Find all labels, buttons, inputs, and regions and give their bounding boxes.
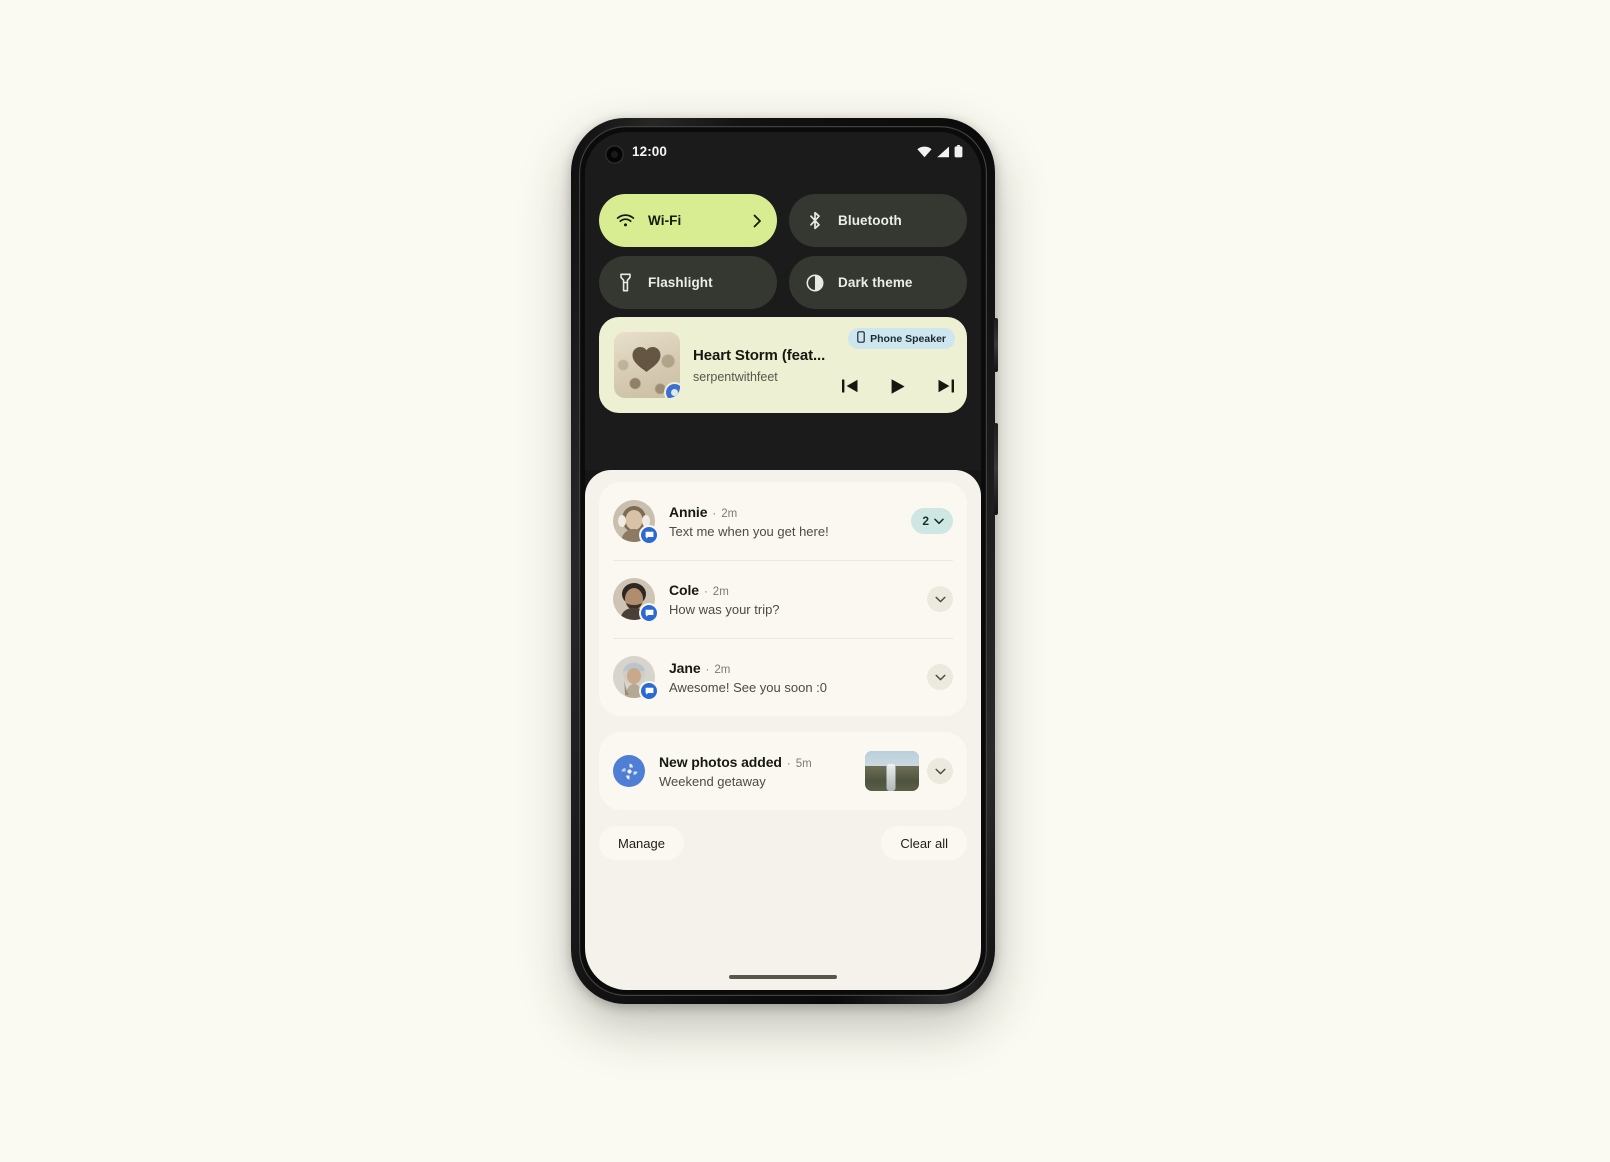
chevron-down-icon [934, 512, 944, 530]
phone-screen: 12:00 Wi-Fi Bluetooth Flashlight Dark th… [585, 132, 981, 990]
thumbnail-waterfall [886, 763, 896, 791]
notification-header: New photos added · 5m [659, 754, 857, 770]
avatar [613, 656, 657, 699]
media-controls [839, 375, 957, 397]
front-camera-punch-hole [605, 145, 624, 164]
media-track-title: Heart Storm (feat... [693, 347, 826, 364]
messages-icon [641, 605, 657, 621]
notification-separator: · [703, 585, 708, 598]
avatar [613, 500, 657, 543]
media-player-card[interactable]: Heart Storm (feat... serpentwithfeet Pho… [599, 317, 967, 413]
google-photos-icon [613, 755, 645, 787]
notification-header: Jane · 2m [669, 660, 919, 676]
media-app-badge-icon [666, 384, 680, 398]
notification-time: 2m [712, 585, 729, 598]
status-bar-clock: 12:00 [632, 144, 668, 159]
shade-action-bar: Manage Clear all [599, 826, 967, 860]
qs-tile-label: Flashlight [648, 275, 713, 290]
notification-time: 2m [721, 507, 738, 520]
flashlight-icon [615, 273, 635, 293]
play-icon[interactable] [887, 375, 909, 397]
notification-message: How was your trip? [669, 601, 780, 617]
media-output-chip[interactable]: Phone Speaker [848, 328, 955, 349]
notification-row-annie[interactable]: Annie · 2m Text me when you get here! 2 [599, 482, 967, 560]
wifi-icon [615, 211, 635, 231]
qs-tile-wifi[interactable]: Wi-Fi [599, 194, 777, 247]
qs-tile-label: Bluetooth [838, 213, 902, 228]
messages-icon [641, 527, 657, 543]
notification-separator: · [786, 757, 791, 770]
notification-message: Awesome! See you soon :0 [669, 679, 828, 695]
notification-row-photos[interactable]: New photos added · 5m Weekend getaway [599, 732, 967, 810]
notification-photo-thumbnail[interactable] [865, 751, 919, 791]
notification-content: Jane · 2m Awesome! See you soon :0 [669, 660, 919, 695]
avatar [613, 578, 657, 621]
clear-all-button[interactable]: Clear all [881, 826, 967, 860]
notification-sender: Jane [669, 659, 701, 676]
home-gesture-pill[interactable] [729, 975, 837, 979]
notification-subtitle: Weekend getaway [659, 773, 766, 789]
messages-icon [641, 683, 657, 699]
quick-settings-area: 12:00 Wi-Fi Bluetooth Flashlight Dark th… [585, 132, 981, 470]
notification-header: Cole · 2m [669, 582, 919, 598]
qs-tile-bluetooth[interactable]: Bluetooth [789, 194, 967, 247]
qs-tile-dark-theme[interactable]: Dark theme [789, 256, 967, 309]
bluetooth-icon [805, 211, 825, 231]
manage-button[interactable]: Manage [599, 826, 684, 860]
chevron-down-icon [934, 762, 946, 780]
chevron-down-icon [934, 668, 946, 686]
notification-time: 5m [795, 757, 812, 770]
media-track-artist: serpentwithfeet [693, 370, 778, 384]
notification-title: New photos added [659, 753, 782, 770]
notification-content: Cole · 2m How was your trip? [669, 582, 919, 617]
chevron-down-icon [934, 590, 946, 608]
notification-header: Annie · 2m [669, 504, 903, 520]
notification-expand-button[interactable] [927, 586, 953, 612]
notification-content: Annie · 2m Text me when you get here! [669, 504, 903, 539]
skip-next-icon[interactable] [935, 375, 957, 397]
album-art [614, 332, 680, 398]
notification-sender: Annie [669, 503, 708, 520]
conversation-notification-group: Annie · 2m Text me when you get here! 2 [599, 482, 967, 716]
cell-signal-icon [936, 146, 950, 158]
notification-content: New photos added · 5m Weekend getaway [659, 754, 857, 789]
notification-expand-button[interactable] [927, 664, 953, 690]
album-art-heart-shape [632, 347, 661, 372]
notification-separator: · [712, 507, 717, 520]
notification-separator: · [705, 663, 710, 676]
power-button[interactable] [994, 318, 998, 372]
qs-tile-label: Wi-Fi [648, 213, 682, 228]
notification-count-expand-pill[interactable]: 2 [911, 508, 953, 534]
notification-count: 2 [922, 514, 929, 528]
notification-time: 2m [714, 663, 731, 676]
battery-icon [954, 145, 963, 158]
qs-tile-flashlight[interactable]: Flashlight [599, 256, 777, 309]
qs-tile-label: Dark theme [838, 275, 913, 290]
phone-icon [857, 330, 865, 348]
chevron-right-icon[interactable] [753, 214, 762, 228]
phone-device-frame: 12:00 Wi-Fi Bluetooth Flashlight Dark th… [571, 118, 998, 1004]
dark-theme-icon [805, 273, 825, 293]
notification-row-cole[interactable]: Cole · 2m How was your trip? [599, 560, 967, 638]
status-bar-icons [917, 145, 963, 158]
notification-sender: Cole [669, 581, 699, 598]
notification-shade: Annie · 2m Text me when you get here! 2 [585, 470, 981, 990]
notification-row-jane[interactable]: Jane · 2m Awesome! See you soon :0 [599, 638, 967, 716]
notification-message: Text me when you get here! [669, 523, 829, 539]
volume-button[interactable] [994, 423, 998, 515]
media-output-label: Phone Speaker [870, 332, 946, 345]
screenshot-canvas: 12:00 Wi-Fi Bluetooth Flashlight Dark th… [0, 0, 1610, 1162]
notification-expand-button[interactable] [927, 758, 953, 784]
wifi-icon [917, 146, 932, 158]
status-bar: 12:00 [585, 132, 981, 176]
skip-previous-icon[interactable] [839, 375, 861, 397]
quick-settings-grid: Wi-Fi Bluetooth Flashlight Dark theme [599, 194, 967, 309]
